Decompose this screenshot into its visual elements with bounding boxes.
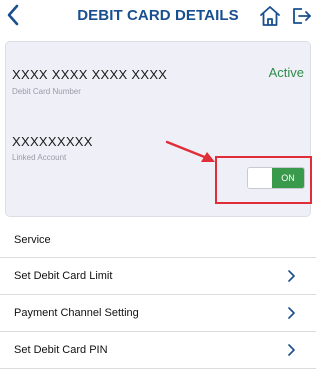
chevron-right-icon (288, 307, 295, 319)
status-badge: Active (268, 65, 304, 80)
annotation-arrow-icon (165, 140, 215, 162)
logout-button[interactable] (289, 4, 313, 28)
home-button[interactable] (258, 4, 282, 28)
menu-item-label: Set Debit Card Limit (14, 270, 113, 282)
chevron-right-icon (288, 344, 295, 356)
logout-icon (293, 8, 311, 24)
linked-account-number: XXXXXXXXX (12, 134, 93, 149)
menu-item-payment-channel-setting[interactable]: Payment Channel Setting (0, 295, 316, 332)
section-title: Service (0, 222, 316, 258)
app-header: DEBIT CARD DETAILS (0, 0, 316, 36)
toggle-knob (248, 168, 272, 188)
menu-item-label: Payment Channel Setting (14, 307, 139, 319)
card-status-toggle[interactable]: ON (247, 167, 305, 189)
menu-item-label: Set Debit Card PIN (14, 344, 108, 356)
chevron-right-icon (288, 270, 295, 282)
linked-account-label: Linked Account (12, 153, 67, 162)
home-icon (260, 6, 280, 26)
service-menu: Service Set Debit Card Limit Payment Cha… (0, 222, 316, 369)
toggle-on-label: ON (272, 168, 304, 188)
card-number: XXXX XXXX XXXX XXXX (12, 67, 168, 82)
menu-item-set-debit-card-limit[interactable]: Set Debit Card Limit (0, 258, 316, 295)
card-number-label: Debit Card Number (12, 87, 81, 96)
menu-item-set-debit-card-pin[interactable]: Set Debit Card PIN (0, 332, 316, 369)
